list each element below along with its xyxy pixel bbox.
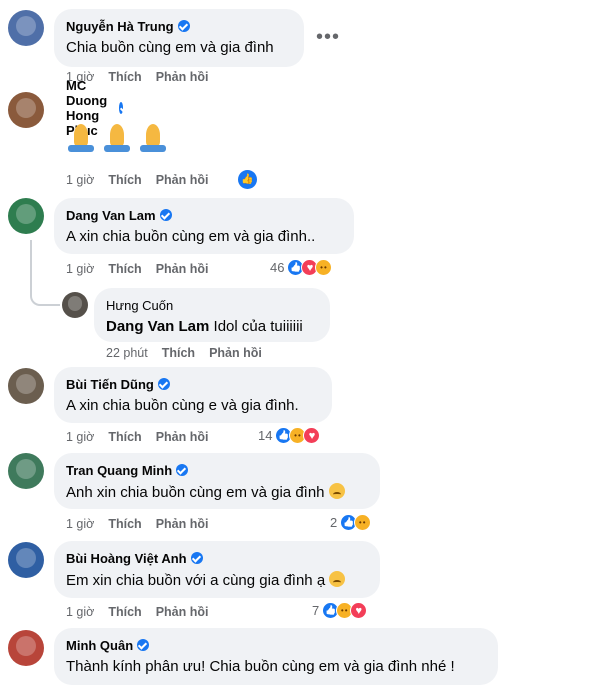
reaction-summary[interactable]: 46 [270, 259, 333, 276]
avatar[interactable] [8, 453, 44, 489]
reaction-summary[interactable]: 7 [312, 602, 368, 619]
reply-button[interactable]: Phản hồi [156, 70, 209, 84]
comment-bubble: Nguyễn Hà Trung Chia buồn cùng em và gia… [54, 9, 304, 67]
comment-bubble: Hưng Cuốn Dang Van Lam Idol của tuiiiiii [94, 288, 330, 342]
reply-text: Idol của tuiiiiii [209, 318, 303, 335]
reply-button[interactable]: Phản hồi [156, 173, 209, 187]
author-name[interactable]: Bùi Tiến Dũng [66, 375, 320, 393]
avatar[interactable] [8, 542, 44, 578]
verified-badge-icon [176, 464, 189, 476]
comment-time[interactable]: 1 giờ [66, 262, 94, 276]
comment-actions: 22 phút Thích Phản hồi [106, 346, 276, 360]
verified-badge-icon [159, 209, 172, 221]
author-name[interactable]: Bùi Hoàng Việt Anh [66, 549, 368, 567]
comment-bubble: Bùi Tiến Dũng A xin chia buồn cùng e và … [54, 367, 332, 423]
comment-time[interactable]: 1 giờ [66, 517, 94, 531]
like-reaction-icon[interactable]: 👍 [238, 170, 257, 189]
comment-time[interactable]: 1 giờ [66, 605, 94, 619]
folded-hands-icon [140, 124, 166, 152]
like-reaction-icon [275, 427, 293, 444]
comment-actions: 1 giờ Thích Phản hồi [66, 605, 222, 619]
comment-bubble: Minh Quân Thành kính phân ưu! Chia buồn … [54, 628, 498, 685]
folded-hands-icon [104, 124, 130, 152]
comment-text: Chia buồn cùng em và gia đình [66, 39, 274, 56]
mention-link[interactable]: Dang Van Lam [106, 318, 209, 335]
comment-text: Em xin chia buồn với a cùng gia đình ạ [66, 571, 368, 589]
author-name[interactable]: Hưng Cuốn [106, 296, 318, 314]
author-name[interactable]: Dang Van Lam [66, 206, 342, 224]
author-name[interactable]: Tran Quang Minh [66, 461, 368, 479]
author-name[interactable]: Nguyễn Hà Trung [66, 17, 292, 35]
verified-badge-icon [157, 378, 170, 390]
like-button[interactable]: Thích [108, 605, 141, 619]
like-button[interactable]: Thích [108, 173, 141, 187]
comment-actions: 1 giờ Thích Phản hồi [66, 430, 222, 444]
comment-text: Anh xin chia buồn cùng em và gia đình [66, 483, 368, 501]
comment-actions: 1 giờ Thích Phản hồi [66, 517, 222, 531]
verified-badge-icon [137, 639, 150, 651]
comment-time[interactable]: 1 giờ [66, 430, 94, 444]
avatar[interactable] [8, 198, 44, 234]
emoji-row [68, 124, 166, 152]
author-name[interactable]: Minh Quân [66, 636, 486, 654]
verified-badge-icon [177, 20, 190, 32]
reply-button[interactable]: Phản hồi [156, 605, 209, 619]
reaction-count: 14 [258, 428, 273, 443]
reply-button[interactable]: Phản hồi [156, 517, 209, 531]
like-button[interactable]: Thích [108, 262, 141, 276]
avatar[interactable] [62, 292, 88, 318]
reaction-summary[interactable]: 2 [330, 514, 372, 531]
comment-text: A xin chia buồn cùng em và gia đình.. [66, 228, 316, 245]
reply-connector [30, 240, 60, 306]
verified-badge-icon [190, 552, 203, 564]
verified-badge-icon [118, 102, 124, 114]
comment-time[interactable]: 1 giờ [66, 173, 94, 187]
reaction-count: 7 [312, 603, 320, 618]
comment-time[interactable]: 22 phút [106, 346, 148, 360]
crying-face-icon [328, 483, 345, 499]
sad-face-icon [329, 571, 346, 587]
comment-text: Thành kính phân ưu! Chia buồn cùng em và… [66, 658, 455, 675]
comment-bubble: Dang Van Lam A xin chia buồn cùng em và … [54, 198, 354, 254]
comment-text: Dang Van Lam Idol của tuiiiiii [106, 318, 318, 335]
like-reaction-icon [287, 259, 305, 276]
reaction-count: 2 [330, 515, 338, 530]
sad-reaction-icon [354, 514, 372, 531]
comment-bubble: Bùi Hoàng Việt Anh Em xin chia buồn với … [54, 541, 380, 598]
reply-button[interactable]: Phản hồi [156, 430, 209, 444]
like-button[interactable]: Thích [108, 430, 141, 444]
more-options-icon[interactable]: ••• [316, 26, 340, 49]
folded-hands-icon [68, 124, 94, 152]
sad-reaction-icon [315, 259, 333, 276]
like-button[interactable]: Thích [108, 517, 141, 531]
comment-bubble: Tran Quang Minh Anh xin chia buồn cùng e… [54, 453, 380, 509]
love-reaction-icon [350, 602, 368, 619]
comment-actions: 1 giờ Thích Phản hồi [66, 173, 222, 187]
avatar[interactable] [8, 368, 44, 404]
avatar[interactable] [8, 92, 44, 128]
author-name[interactable]: MC Duong Hong Phuc [66, 78, 124, 138]
comment-text: A xin chia buồn cùng e và gia đình. [66, 397, 299, 414]
like-button[interactable]: Thích [162, 346, 195, 360]
reaction-summary[interactable]: 14 [258, 427, 321, 444]
reply-button[interactable]: Phản hồi [156, 262, 209, 276]
avatar[interactable] [8, 630, 44, 666]
love-reaction-icon [303, 427, 321, 444]
comment-actions: 1 giờ Thích Phản hồi [66, 262, 222, 276]
reaction-count: 46 [270, 260, 285, 275]
avatar[interactable] [8, 10, 44, 46]
reply-button[interactable]: Phản hồi [209, 346, 262, 360]
